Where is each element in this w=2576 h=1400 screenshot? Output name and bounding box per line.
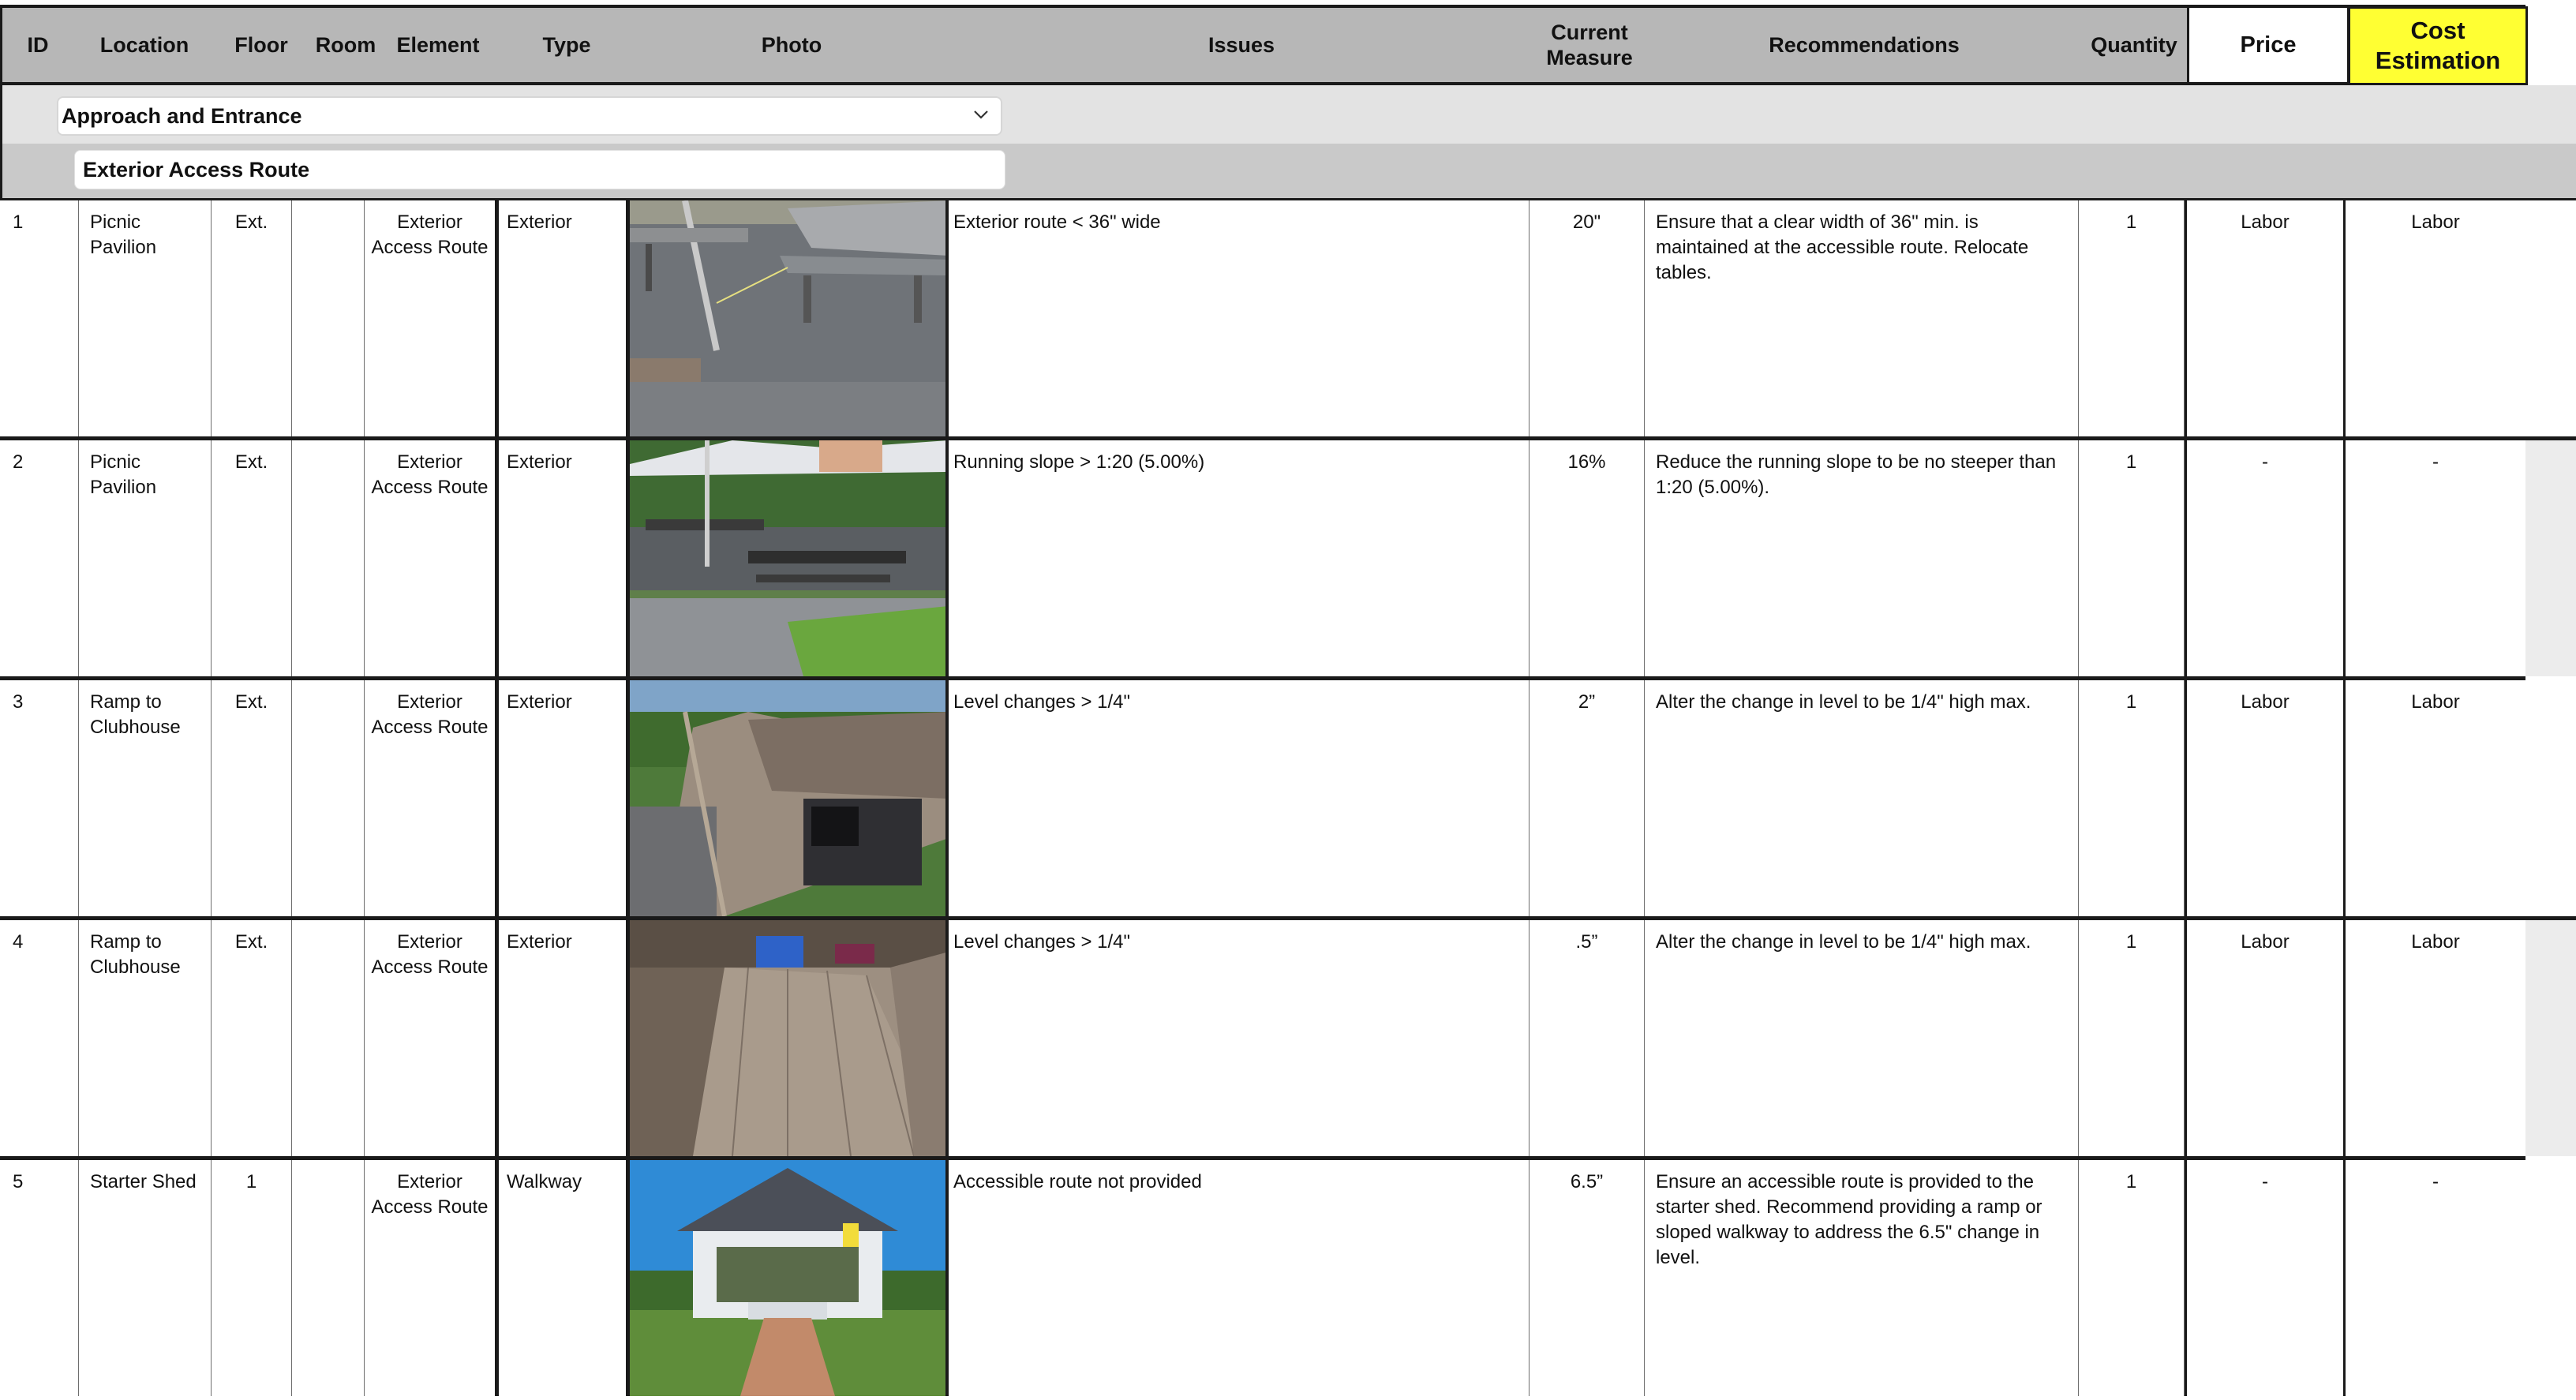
- cell-quantity[interactable]: 1: [2079, 200, 2185, 436]
- cell-recommendation[interactable]: Ensure an accessible route is provided t…: [1645, 1160, 2079, 1396]
- table-row[interactable]: 2 Picnic Pavilion Ext. Exterior Access R…: [0, 440, 2576, 680]
- cell-type[interactable]: Exterior: [499, 680, 630, 916]
- table-row[interactable]: 4 Ramp to Clubhouse Ext. Exterior Access…: [0, 920, 2576, 1160]
- cell-location[interactable]: Picnic Pavilion: [79, 440, 212, 676]
- header-price[interactable]: Price: [2187, 8, 2349, 82]
- cell-floor[interactable]: Ext.: [212, 200, 292, 436]
- cell-measure[interactable]: 16%: [1530, 440, 1645, 676]
- chevron-down-icon[interactable]: [972, 106, 990, 123]
- section-select[interactable]: Approach and Entrance: [57, 96, 1002, 136]
- cell-element[interactable]: Exterior Access Route: [365, 680, 499, 916]
- cell-location[interactable]: Ramp to Clubhouse: [79, 920, 212, 1156]
- cell-room[interactable]: [292, 200, 365, 436]
- subsection-field[interactable]: Exterior Access Route: [74, 150, 1005, 189]
- cell-type[interactable]: Exterior: [499, 440, 630, 676]
- cell-type[interactable]: Exterior: [499, 200, 630, 436]
- cell-id[interactable]: 3: [0, 680, 79, 916]
- cell-quantity[interactable]: 1: [2079, 1160, 2185, 1396]
- cell-photo[interactable]: [630, 440, 949, 676]
- header-location[interactable]: Location: [81, 8, 208, 82]
- cell-photo[interactable]: [630, 920, 949, 1156]
- header-room[interactable]: Room: [302, 8, 389, 82]
- cell-room[interactable]: [292, 1160, 365, 1396]
- table-row[interactable]: 5 Starter Shed 1 Exterior Access Route W…: [0, 1160, 2576, 1400]
- picnic-table-photo: [630, 200, 945, 436]
- cell-floor[interactable]: 1: [212, 1160, 292, 1396]
- cell-element[interactable]: Exterior Access Route: [365, 440, 499, 676]
- cell-issue[interactable]: Level changes > 1/4": [949, 920, 1530, 1156]
- cell-measure[interactable]: 6.5”: [1530, 1160, 1645, 1396]
- cell-element[interactable]: Exterior Access Route: [365, 920, 499, 1156]
- cell-location[interactable]: Ramp to Clubhouse: [79, 680, 212, 916]
- cell-id[interactable]: 1: [0, 200, 79, 436]
- cell-floor[interactable]: Ext.: [212, 920, 292, 1156]
- cell-floor[interactable]: Ext.: [212, 440, 292, 676]
- cell-room[interactable]: [292, 440, 365, 676]
- cell-price[interactable]: -: [2185, 1160, 2346, 1396]
- cell-issue[interactable]: Accessible route not provided: [949, 1160, 1530, 1396]
- cell-location[interactable]: Picnic Pavilion: [79, 200, 212, 436]
- cell-price[interactable]: -: [2185, 440, 2346, 676]
- cell-cost[interactable]: Labor: [2346, 680, 2576, 916]
- cell-cost[interactable]: -: [2346, 440, 2576, 676]
- table-header: ID Location Floor Room Element Type Phot…: [0, 5, 2528, 85]
- cell-cost[interactable]: -: [2346, 1160, 2576, 1396]
- cell-element[interactable]: Exterior Access Route: [365, 1160, 499, 1396]
- header-id[interactable]: ID: [2, 8, 73, 82]
- cell-floor[interactable]: Ext.: [212, 680, 292, 916]
- header-recommendations[interactable]: Recommendations: [1647, 8, 2081, 82]
- cell-issue[interactable]: Level changes > 1/4": [949, 680, 1530, 916]
- cell-price[interactable]: Labor: [2185, 920, 2346, 1156]
- header-floor[interactable]: Floor: [220, 8, 302, 82]
- table-row[interactable]: 1 Picnic Pavilion Ext. Exterior Access R…: [0, 200, 2576, 440]
- gazebo-photo: [630, 1160, 945, 1396]
- cell-photo[interactable]: [630, 200, 949, 436]
- cell-type[interactable]: Exterior: [499, 920, 630, 1156]
- cell-price[interactable]: Labor: [2185, 200, 2346, 436]
- cell-measure[interactable]: 2”: [1530, 680, 1645, 916]
- header-photo[interactable]: Photo: [632, 8, 951, 82]
- header-element[interactable]: Element: [389, 8, 487, 82]
- deck-photo: [630, 920, 945, 1156]
- table-row[interactable]: 3 Ramp to Clubhouse Ext. Exterior Access…: [0, 680, 2576, 920]
- cell-room[interactable]: [292, 920, 365, 1156]
- cell-cost[interactable]: Labor: [2346, 920, 2576, 1156]
- cell-recommendation[interactable]: Alter the change in level to be 1/4" hig…: [1645, 920, 2079, 1156]
- cell-location[interactable]: Starter Shed: [79, 1160, 212, 1396]
- header-issues[interactable]: Issues: [951, 8, 1532, 82]
- ramp-photo: [630, 680, 945, 916]
- cell-measure[interactable]: 20": [1530, 200, 1645, 436]
- cell-room[interactable]: [292, 680, 365, 916]
- cell-quantity[interactable]: 1: [2079, 920, 2185, 1156]
- cell-recommendation[interactable]: Reduce the running slope to be no steepe…: [1645, 440, 2079, 676]
- cell-price[interactable]: Labor: [2185, 680, 2346, 916]
- section-select-value: Approach and Entrance: [62, 103, 302, 128]
- cell-issue[interactable]: Exterior route < 36" wide: [949, 200, 1530, 436]
- header-cost-estimation[interactable]: Cost Estimation: [2348, 6, 2528, 85]
- header-current-measure[interactable]: Current Measure: [1532, 8, 1647, 82]
- cell-element[interactable]: Exterior Access Route: [365, 200, 499, 436]
- cell-recommendation[interactable]: Ensure that a clear width of 36" min. is…: [1645, 200, 2079, 436]
- subsection-value: Exterior Access Route: [83, 157, 310, 182]
- cell-quantity[interactable]: 1: [2079, 440, 2185, 676]
- cell-type[interactable]: Walkway: [499, 1160, 630, 1396]
- cell-id[interactable]: 2: [0, 440, 79, 676]
- cell-measure[interactable]: .5”: [1530, 920, 1645, 1156]
- cell-quantity[interactable]: 1: [2079, 680, 2185, 916]
- spreadsheet: ID Location Floor Room Element Type Phot…: [0, 0, 2576, 1400]
- pavilion-tent-photo: [630, 440, 945, 676]
- cell-id[interactable]: 4: [0, 920, 79, 1156]
- cell-cost[interactable]: Labor: [2346, 200, 2576, 436]
- cell-recommendation[interactable]: Alter the change in level to be 1/4" hig…: [1645, 680, 2079, 916]
- cell-id[interactable]: 5: [0, 1160, 79, 1396]
- header-quantity[interactable]: Quantity: [2081, 8, 2187, 82]
- cell-issue[interactable]: Running slope > 1:20 (5.00%): [949, 440, 1530, 676]
- header-type[interactable]: Type: [501, 8, 632, 82]
- cell-photo[interactable]: [630, 1160, 949, 1396]
- cell-photo[interactable]: [630, 680, 949, 916]
